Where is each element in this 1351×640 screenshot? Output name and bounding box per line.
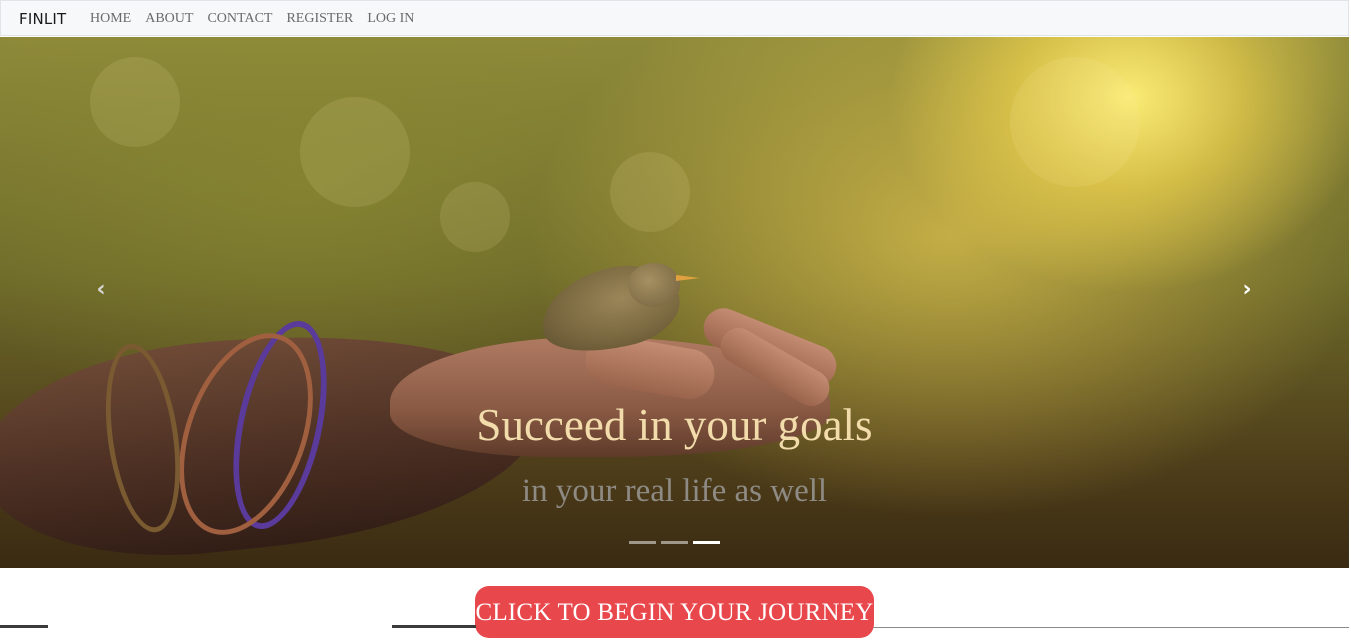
nav-links: HOME ABOUT CONTACT REGISTER LOG IN [90,11,428,27]
begin-journey-button[interactable]: CLICK TO BEGIN YOUR JOURNEY [475,586,874,638]
brand-logo[interactable]: FINLIT [19,10,66,28]
chevron-left-icon: ‹ [96,276,106,302]
navbar: FINLIT HOME ABOUT CONTACT REGISTER LOG I… [0,0,1349,36]
carousel-caption-subtitle: in your real life as well [521,473,828,509]
nav-link-contact[interactable]: CONTACT [207,11,272,27]
carousel-prev-button[interactable]: ‹ [86,274,116,304]
nav-link-home[interactable]: HOME [90,11,131,27]
nav-link-login[interactable]: LOG IN [367,11,414,27]
carousel-indicator-1[interactable] [629,541,656,544]
carousel-caption-title: Succeed in your goals [476,400,873,450]
nav-link-register[interactable]: REGISTER [286,11,353,27]
nav-link-about[interactable]: ABOUT [145,11,193,27]
hero-carousel: ‹ › Succeed in your goals in your real l… [0,37,1349,568]
chevron-right-icon: › [1242,276,1252,302]
carousel-next-button[interactable]: › [1232,274,1262,304]
carousel-indicators [629,541,720,544]
carousel-indicator-2[interactable] [661,541,688,544]
carousel-indicator-3[interactable] [693,541,720,544]
